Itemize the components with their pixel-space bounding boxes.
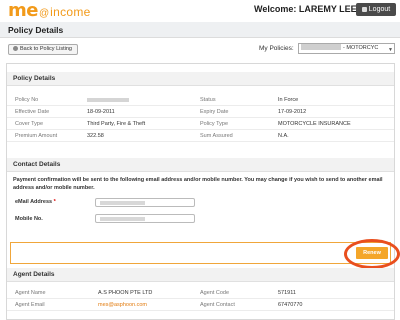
- title-bar: Policy Details: [0, 22, 400, 38]
- email-field[interactable]: [95, 198, 195, 207]
- policy-type-label: Policy Type: [200, 121, 229, 127]
- effective-date-value: 18-09-2011: [87, 109, 115, 115]
- agent-row: Agent Name A.S PHOON PTE LTD Agent Code …: [7, 287, 394, 299]
- policy-type-value: MOTORCYCLE INSURANCE: [278, 121, 351, 127]
- mobile-field[interactable]: [95, 214, 195, 223]
- expiry-date-label: Expiry Date: [200, 109, 229, 115]
- contact-note: Payment confirmation will be sent to the…: [13, 177, 383, 191]
- sum-assured-label: Sum Assured: [200, 133, 233, 139]
- redacted-email: [100, 201, 145, 205]
- policies-selected-value: - MOTORCYC: [343, 45, 379, 51]
- my-policies-label: My Policies:: [259, 45, 294, 52]
- app-header: me @ income Welcome: LAREMY LEE Logout: [0, 0, 400, 22]
- required-mark: *: [53, 199, 56, 205]
- contact-details-heading: Contact Details: [7, 158, 394, 172]
- agent-code-value: 571911: [278, 290, 296, 296]
- expiry-date-value: 17-09-2012: [278, 109, 307, 115]
- agent-row: Agent Email mes@asphoon.com Agent Contac…: [7, 299, 394, 311]
- redacted-mobile: [100, 217, 145, 221]
- agent-name-label: Agent Name: [15, 290, 46, 296]
- logout-button[interactable]: Logout: [356, 3, 396, 16]
- meincome-logo[interactable]: me @ income: [8, 2, 91, 20]
- renew-bar: [10, 242, 391, 264]
- lock-icon: [361, 7, 367, 12]
- redacted-policy-no: [87, 98, 129, 102]
- back-label: Back to Policy Listing: [20, 46, 72, 52]
- mobile-label: Mobile No.: [15, 216, 43, 222]
- status-value: In Force: [278, 97, 299, 103]
- policy-row: Effective Date 18-09-2011 Expiry Date 17…: [7, 106, 394, 118]
- back-arrow-icon: [13, 46, 18, 51]
- policy-row: Policy No Status In Force: [7, 94, 394, 106]
- logo-at-text: @: [38, 8, 50, 19]
- logout-label: Logout: [368, 6, 391, 13]
- redacted-policy-number: [301, 44, 341, 50]
- policy-row: Premium Amount 322.58 Sum Assured N.A.: [7, 130, 394, 142]
- agent-email-link[interactable]: mes@asphoon.com: [98, 299, 147, 311]
- chevron-down-icon: ▼: [388, 47, 393, 53]
- status-label: Status: [200, 97, 216, 103]
- agent-name-value: A.S PHOON PTE LTD: [98, 290, 153, 296]
- welcome-text: Welcome: LAREMY LEE: [254, 4, 357, 14]
- agent-email-label: Agent Email: [15, 302, 45, 308]
- email-label: eMail Address *: [15, 199, 56, 205]
- policy-details-heading: Policy Details: [7, 72, 394, 86]
- policy-panel: Policy Details Policy No Status In Force…: [6, 63, 400, 320]
- effective-date-label: Effective Date: [15, 109, 50, 115]
- page-title: Policy Details: [8, 25, 64, 35]
- premium-amount-value: 322.58: [87, 133, 104, 139]
- logo-income-text: income: [50, 5, 91, 19]
- my-policies-select[interactable]: - MOTORCYC ▼: [298, 43, 395, 54]
- agent-contact-label: Agent Contact: [200, 302, 235, 308]
- back-to-policy-listing-button[interactable]: Back to Policy Listing: [8, 44, 78, 55]
- cover-type-label: Cover Type: [15, 121, 44, 127]
- logo-me-text: me: [8, 0, 38, 21]
- agent-code-label: Agent Code: [200, 290, 230, 296]
- policy-row: Cover Type Third Party, Fire & Theft Pol…: [7, 118, 394, 130]
- sum-assured-value: N.A.: [278, 133, 289, 139]
- policy-no-label: Policy No: [15, 97, 39, 103]
- premium-amount-label: Premium Amount: [15, 133, 58, 139]
- cover-type-value: Third Party, Fire & Theft: [87, 121, 146, 127]
- agent-contact-value: 67470770: [278, 302, 303, 308]
- agent-details-heading: Agent Details: [7, 268, 394, 282]
- highlight-circle: [344, 239, 400, 269]
- email-label-text: eMail Address: [15, 199, 53, 205]
